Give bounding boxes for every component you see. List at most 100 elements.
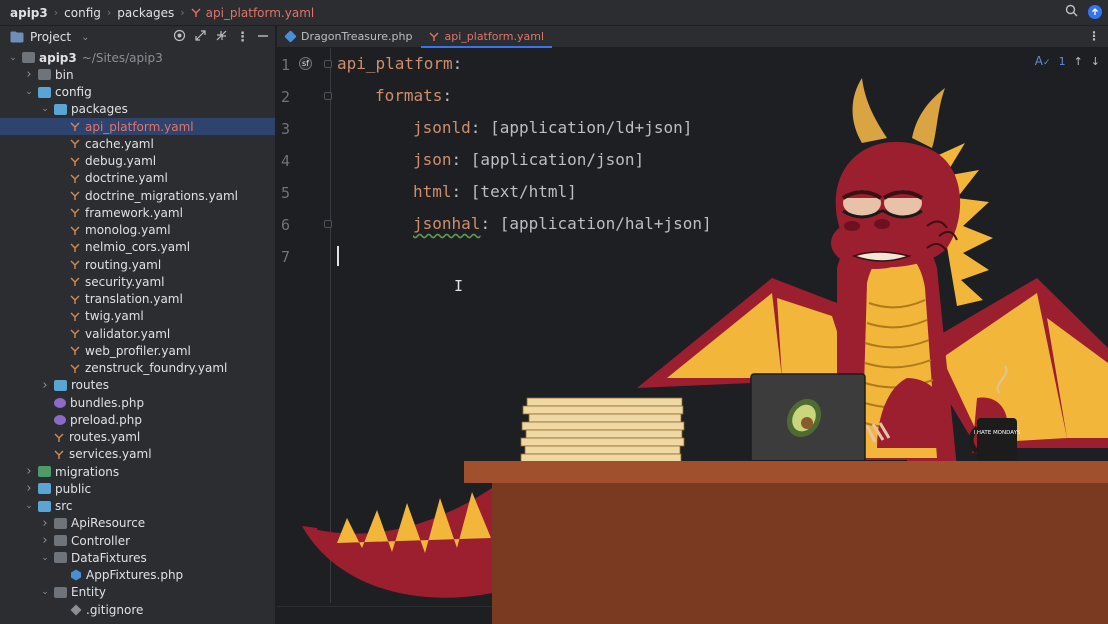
update-icon[interactable] xyxy=(1088,5,1102,19)
chevron-right-icon[interactable]: › xyxy=(40,533,50,548)
tree-item[interactable]: services.yaml xyxy=(0,446,275,463)
tree-item[interactable]: ⌄ apip3 ~/Sites/apip3 xyxy=(0,49,275,66)
tree-item[interactable]: ⌄ src xyxy=(0,498,275,515)
gitignore-file-icon xyxy=(70,604,82,616)
chevron-down-icon[interactable]: ⌄ xyxy=(24,87,34,97)
tree-item[interactable]: › ApiResource xyxy=(0,515,275,532)
folder-icon xyxy=(38,466,51,478)
tree-item-label: config xyxy=(55,85,92,100)
fold-marker-icon[interactable] xyxy=(324,220,332,228)
inspection-widget[interactable]: A✓ 1 ↑ ↓ xyxy=(1035,54,1100,68)
navigation-bar: apip3 › config › packages › api_platform… xyxy=(0,0,1108,26)
code-editor[interactable]: 1 2 3 4 5 6 7 sf api_platform: formats: jsonld: [… xyxy=(277,48,1108,624)
search-icon[interactable] xyxy=(1065,4,1078,20)
tree-item[interactable]: api_platform.yaml xyxy=(0,118,275,136)
tree-item[interactable]: ⌄ DataFixtures xyxy=(0,549,275,566)
chevron-right-icon[interactable]: › xyxy=(40,516,50,531)
expand-all-icon[interactable] xyxy=(194,29,207,45)
folder-icon xyxy=(38,483,51,495)
chevron-down-icon[interactable]: ⌄ xyxy=(40,553,50,563)
tree-item-label: framework.yaml xyxy=(85,205,183,220)
tree-item[interactable]: validator.yaml xyxy=(0,325,275,342)
more-options-icon[interactable]: ⋮ xyxy=(236,30,249,45)
tree-item-label: preload.php xyxy=(70,412,142,427)
chevron-down-icon[interactable]: ⌄ xyxy=(8,53,18,63)
horizontal-scrollbar[interactable] xyxy=(277,606,1108,624)
tree-item[interactable]: › public xyxy=(0,480,275,497)
line-number: 3 xyxy=(281,120,291,138)
text-cursor-icon: I xyxy=(454,277,464,295)
tree-item[interactable]: bundles.php xyxy=(0,394,275,411)
yaml-key: api_platform xyxy=(337,54,453,73)
folder-icon xyxy=(54,552,67,564)
chevron-down-icon[interactable]: ⌄ xyxy=(40,587,50,597)
breadcrumb-config[interactable]: config xyxy=(64,6,101,20)
next-highlight-icon[interactable]: ↓ xyxy=(1091,55,1100,68)
tree-item[interactable]: doctrine_migrations.yaml xyxy=(0,187,275,204)
chevron-down-icon[interactable]: ⌄ xyxy=(40,104,50,114)
yaml-value: [application/json] xyxy=(470,150,645,169)
chevron-right-icon[interactable]: › xyxy=(24,67,34,82)
hide-panel-icon[interactable] xyxy=(257,30,269,45)
tree-item[interactable]: › migrations xyxy=(0,463,275,480)
project-panel-title[interactable]: Project xyxy=(30,30,71,44)
tree-item[interactable]: nelmio_cors.yaml xyxy=(0,239,275,256)
code-line: api_platform: xyxy=(337,54,462,73)
chevron-right-icon[interactable]: › xyxy=(40,378,50,393)
tree-item[interactable]: web_profiler.yaml xyxy=(0,342,275,359)
breadcrumb-packages[interactable]: packages xyxy=(117,6,174,20)
tree-item[interactable]: .gitignore xyxy=(0,601,275,618)
tree-item[interactable]: debug.yaml xyxy=(0,153,275,170)
previous-highlight-icon[interactable]: ↑ xyxy=(1074,55,1083,68)
tree-item[interactable]: security.yaml xyxy=(0,273,275,290)
symfony-icon[interactable]: sf xyxy=(299,57,312,70)
tree-item[interactable]: doctrine.yaml xyxy=(0,170,275,187)
tree-item[interactable]: preload.php xyxy=(0,411,275,428)
tree-item[interactable]: AppFixtures.php xyxy=(0,567,275,584)
php-class-icon xyxy=(71,569,81,581)
tree-item-label: packages xyxy=(71,102,128,117)
fold-marker-icon[interactable] xyxy=(324,60,332,68)
yaml-key: json xyxy=(413,150,452,169)
breadcrumb-current-file[interactable]: api_platform.yaml xyxy=(206,6,315,20)
tree-item[interactable]: ⌄ Entity xyxy=(0,584,275,601)
line-number: 2 xyxy=(281,88,291,106)
tree-item[interactable]: framework.yaml xyxy=(0,204,275,221)
tree-item[interactable]: monolog.yaml xyxy=(0,222,275,239)
tree-item[interactable]: › Controller xyxy=(0,532,275,549)
tree-item-label: monolog.yaml xyxy=(85,223,171,238)
yaml-colon: : xyxy=(480,214,500,233)
tree-item-label: Controller xyxy=(71,533,131,548)
chevron-down-icon[interactable]: ⌄ xyxy=(24,501,34,511)
tree-item[interactable]: ⌄ config xyxy=(0,84,275,101)
tree-item[interactable]: cache.yaml xyxy=(0,135,275,152)
tree-item[interactable]: ⌄ packages xyxy=(0,101,275,118)
tab-api-platform-yaml[interactable]: api_platform.yaml xyxy=(420,26,553,48)
tab-dragon-treasure[interactable]: DragonTreasure.php xyxy=(277,26,421,48)
tree-item[interactable]: › routes xyxy=(0,377,275,394)
chevron-right-icon[interactable]: › xyxy=(24,481,34,496)
tree-item-label: doctrine.yaml xyxy=(85,171,168,186)
yaml-value: [application/ld+json] xyxy=(490,118,693,137)
tree-item-label: bundles.php xyxy=(70,395,145,410)
tree-item[interactable]: routing.yaml xyxy=(0,256,275,273)
more-tabs-icon[interactable]: ⋮ xyxy=(1088,29,1100,43)
tree-item[interactable]: routes.yaml xyxy=(0,429,275,446)
tree-item[interactable]: › bin xyxy=(0,66,275,83)
inspection-count: 1 xyxy=(1058,54,1066,68)
tree-item[interactable]: twig.yaml xyxy=(0,308,275,325)
yaml-file-icon xyxy=(70,312,80,321)
locate-icon[interactable] xyxy=(173,29,186,45)
yaml-file-icon xyxy=(70,329,80,339)
chevron-right-icon[interactable]: › xyxy=(24,464,34,479)
breadcrumb-root[interactable]: apip3 xyxy=(10,6,48,20)
chevron-down-icon[interactable]: ⌄ xyxy=(81,32,89,43)
collapse-all-icon[interactable] xyxy=(215,29,228,45)
yaml-colon: : xyxy=(442,86,453,105)
folder-icon xyxy=(38,69,51,81)
tree-item[interactable]: translation.yaml xyxy=(0,291,275,308)
fold-marker-icon[interactable] xyxy=(324,92,332,100)
tree-item[interactable]: zenstruck_foundry.yaml xyxy=(0,360,275,377)
